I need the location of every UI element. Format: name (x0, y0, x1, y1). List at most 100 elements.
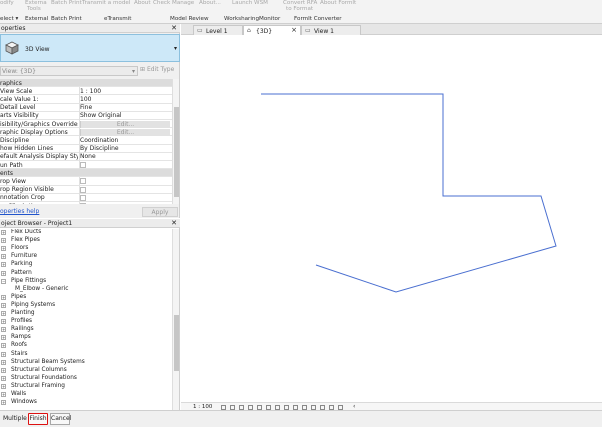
finish-button[interactable]: Finish (28, 413, 48, 425)
property-value[interactable]: Coordination (80, 137, 170, 145)
instance-filter-dropdown[interactable]: View: {3D} ▾ (0, 66, 138, 76)
render-icon[interactable] (257, 404, 262, 410)
reveal-hidden-icon[interactable] (302, 404, 307, 410)
expand-icon[interactable]: + (1, 343, 6, 349)
property-checkbox[interactable] (80, 178, 86, 185)
property-value[interactable]: Fine (80, 104, 170, 112)
tab-3d[interactable]: ⌂ {3D} × (243, 25, 301, 35)
tree-item[interactable]: + Structural Columns (0, 367, 170, 375)
property-section-header[interactable]: ents (0, 169, 172, 178)
expand-icon[interactable]: + (1, 230, 6, 235)
property-row[interactable]: ar Clip Active (0, 202, 172, 204)
scrollbar-thumb[interactable] (174, 315, 179, 371)
tab-view-1[interactable]: ▭ View 1 (301, 25, 361, 35)
check-button[interactable]: Check (153, 0, 170, 6)
tree-item[interactable]: + Ramps (0, 334, 170, 342)
close-icon[interactable]: ✕ (171, 24, 177, 32)
tree-item[interactable]: + Planting (0, 310, 170, 318)
crop-region-icon[interactable] (275, 404, 280, 410)
expand-icon[interactable] (6, 287, 11, 292)
property-value[interactable]: By Discipline (80, 145, 170, 153)
detail-level-icon[interactable] (221, 404, 226, 410)
about-formit-button[interactable]: About FormIt (320, 0, 356, 6)
expand-icon[interactable]: + (1, 392, 6, 397)
property-value[interactable]: 100 (80, 96, 170, 104)
expand-icon[interactable]: + (1, 359, 6, 365)
expand-icon[interactable]: + (1, 262, 6, 268)
property-value[interactable]: Show Original (80, 112, 170, 120)
properties-help-link[interactable]: operties help (0, 208, 39, 215)
constraints-icon[interactable] (338, 404, 343, 410)
property-row[interactable]: un Path (0, 161, 172, 170)
drawing-viewport[interactable] (181, 36, 602, 402)
close-icon[interactable]: × (291, 26, 297, 34)
expand-icon[interactable]: + (1, 254, 6, 260)
property-row[interactable]: Discipline Coordination (0, 136, 172, 145)
pipe-polyline[interactable] (261, 93, 557, 293)
tab-level-1[interactable]: ▭ Level 1 (193, 25, 243, 35)
tree-item[interactable]: + Pattern (0, 270, 170, 278)
scroll-left-icon[interactable]: ‹ (353, 403, 355, 410)
property-row[interactable]: isibility/Graphics Overrides Edit... (0, 120, 172, 129)
property-row[interactable]: View Scale 1 : 100 (0, 87, 172, 96)
expand-icon[interactable]: + (1, 302, 6, 308)
tree-item[interactable]: + Profiles (0, 318, 170, 326)
launch-wsm-button[interactable]: Launch WSM (232, 0, 268, 6)
expand-icon[interactable]: + (1, 311, 6, 316)
expand-icon[interactable]: + (1, 400, 6, 406)
tree-item[interactable]: + Pipes (0, 294, 170, 302)
close-icon[interactable]: ✕ (171, 219, 177, 227)
about-button[interactable]: About (134, 0, 151, 6)
property-row[interactable]: nnotation Crop (0, 193, 172, 202)
expand-icon[interactable]: + (1, 319, 6, 325)
manage-button[interactable]: Manage (172, 0, 194, 6)
view-scale[interactable]: 1 : 100 (193, 404, 212, 410)
tree-item[interactable]: + Railings (0, 326, 170, 334)
temporary-properties-icon[interactable] (320, 404, 325, 410)
property-checkbox[interactable] (80, 203, 86, 204)
tree-item[interactable]: + Floors (0, 245, 170, 253)
expand-icon[interactable]: + (1, 335, 6, 341)
select-group-dropdown[interactable]: elect ▾ (0, 16, 18, 22)
property-row[interactable]: rop Region Visible (0, 185, 172, 194)
property-checkbox[interactable] (80, 162, 86, 168)
property-row[interactable]: cale Value 1: 100 (0, 95, 172, 104)
expand-icon[interactable]: + (1, 294, 6, 300)
properties-scrollbar[interactable] (172, 79, 179, 204)
expand-icon[interactable]: + (1, 270, 6, 276)
cancel-button[interactable]: Cancel (50, 413, 71, 425)
apply-button[interactable]: Apply (142, 207, 178, 217)
crop-view-icon[interactable] (266, 404, 271, 410)
tree-item[interactable]: + Structural Framing (0, 383, 170, 391)
property-row[interactable]: Detail Level Fine (0, 103, 172, 112)
property-value[interactable]: 1 : 100 (80, 88, 170, 96)
expand-icon[interactable]: + (1, 367, 6, 373)
expand-icon[interactable]: + (1, 238, 6, 244)
shadows-icon[interactable] (248, 404, 253, 410)
expand-icon[interactable]: + (1, 351, 6, 357)
property-row[interactable]: efault Analysis Display Style None (0, 152, 172, 161)
expand-icon[interactable]: + (1, 375, 6, 381)
tree-item[interactable]: − Pipe Fittings (0, 278, 170, 286)
tree-item[interactable]: + Structural Beam Systems (0, 359, 170, 367)
scrollbar-thumb[interactable] (174, 107, 179, 197)
tree-child-item[interactable]: M_Elbow - Generic (0, 286, 170, 294)
drawing-canvas[interactable] (181, 36, 602, 402)
tree-item[interactable]: + Flex Pipes (0, 237, 170, 245)
tree-item[interactable]: + Stairs (0, 351, 170, 359)
property-row[interactable]: how Hidden Lines By Discipline (0, 144, 172, 153)
property-checkbox[interactable] (80, 194, 86, 201)
property-value[interactable]: None (80, 153, 170, 161)
type-selector[interactable]: 3D View ▾ (0, 34, 180, 62)
property-section-header[interactable]: raphics (0, 79, 172, 88)
property-edit-button[interactable]: Edit... (80, 128, 170, 137)
tree-item[interactable]: + Piping Systems (0, 302, 170, 310)
chevron-down-icon[interactable]: ▾ (174, 45, 177, 52)
property-row[interactable]: arts Visibility Show Original (0, 111, 172, 120)
property-row[interactable]: rop View (0, 177, 172, 186)
expand-icon[interactable]: + (1, 246, 6, 252)
visual-style-icon[interactable] (230, 404, 235, 410)
collapse-icon[interactable]: − (1, 278, 6, 284)
property-row[interactable]: raphic Display Options Edit... (0, 128, 172, 137)
property-checkbox[interactable] (80, 186, 86, 193)
